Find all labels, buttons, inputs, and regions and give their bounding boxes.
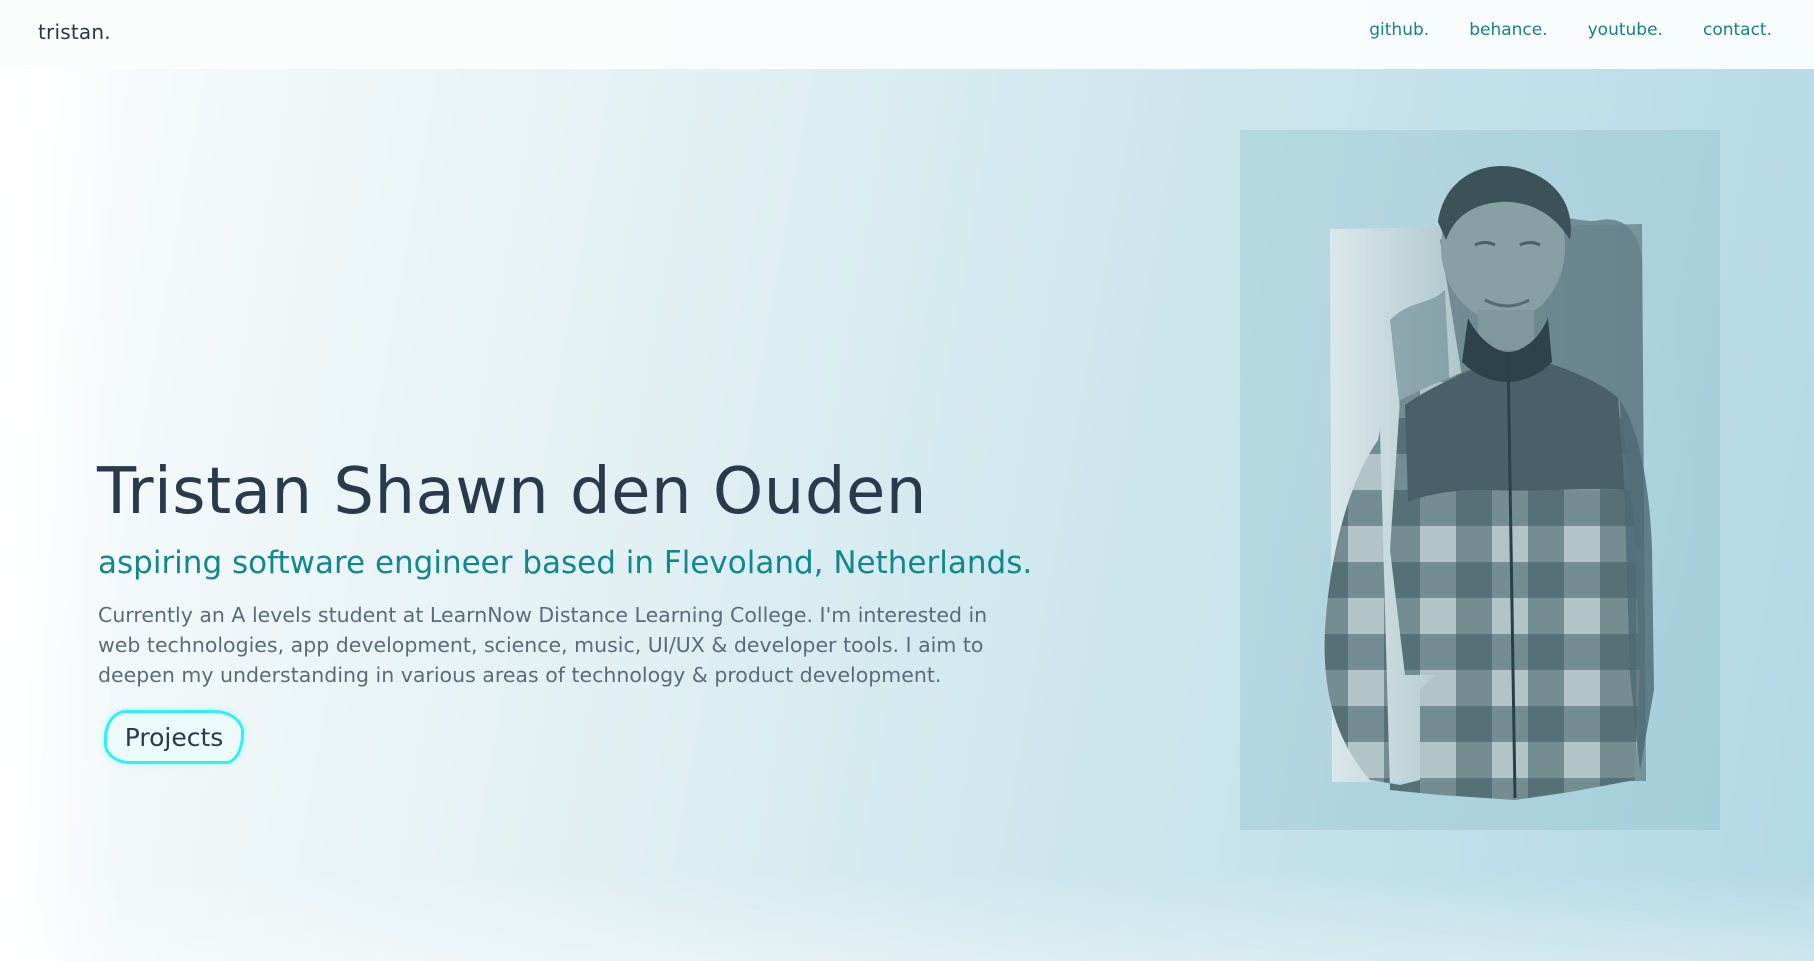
projects-button[interactable]: Projects: [104, 710, 244, 764]
portrait-photo: [1240, 130, 1720, 830]
hero-description: Currently an A levels student at LearnNo…: [98, 603, 988, 687]
nav-link-youtube[interactable]: youtube.: [1588, 20, 1663, 40]
site-logo[interactable]: tristan.: [38, 20, 111, 44]
site-header: tristan. github. behance. youtube. conta…: [0, 0, 1814, 69]
nav-link-contact[interactable]: contact.: [1703, 20, 1772, 40]
hero-subtitle: aspiring software engineer based in Flev…: [98, 545, 1033, 581]
nav-link-github[interactable]: github.: [1369, 20, 1429, 40]
viewport: tristan. github. behance. youtube. conta…: [0, 0, 1814, 961]
nav-link-behance[interactable]: behance.: [1469, 20, 1547, 40]
hero-title: Tristan Shawn den Ouden: [97, 455, 927, 529]
portrait-illustration: [1240, 130, 1720, 830]
main-nav: github. behance. youtube. contact.: [1369, 20, 1772, 40]
